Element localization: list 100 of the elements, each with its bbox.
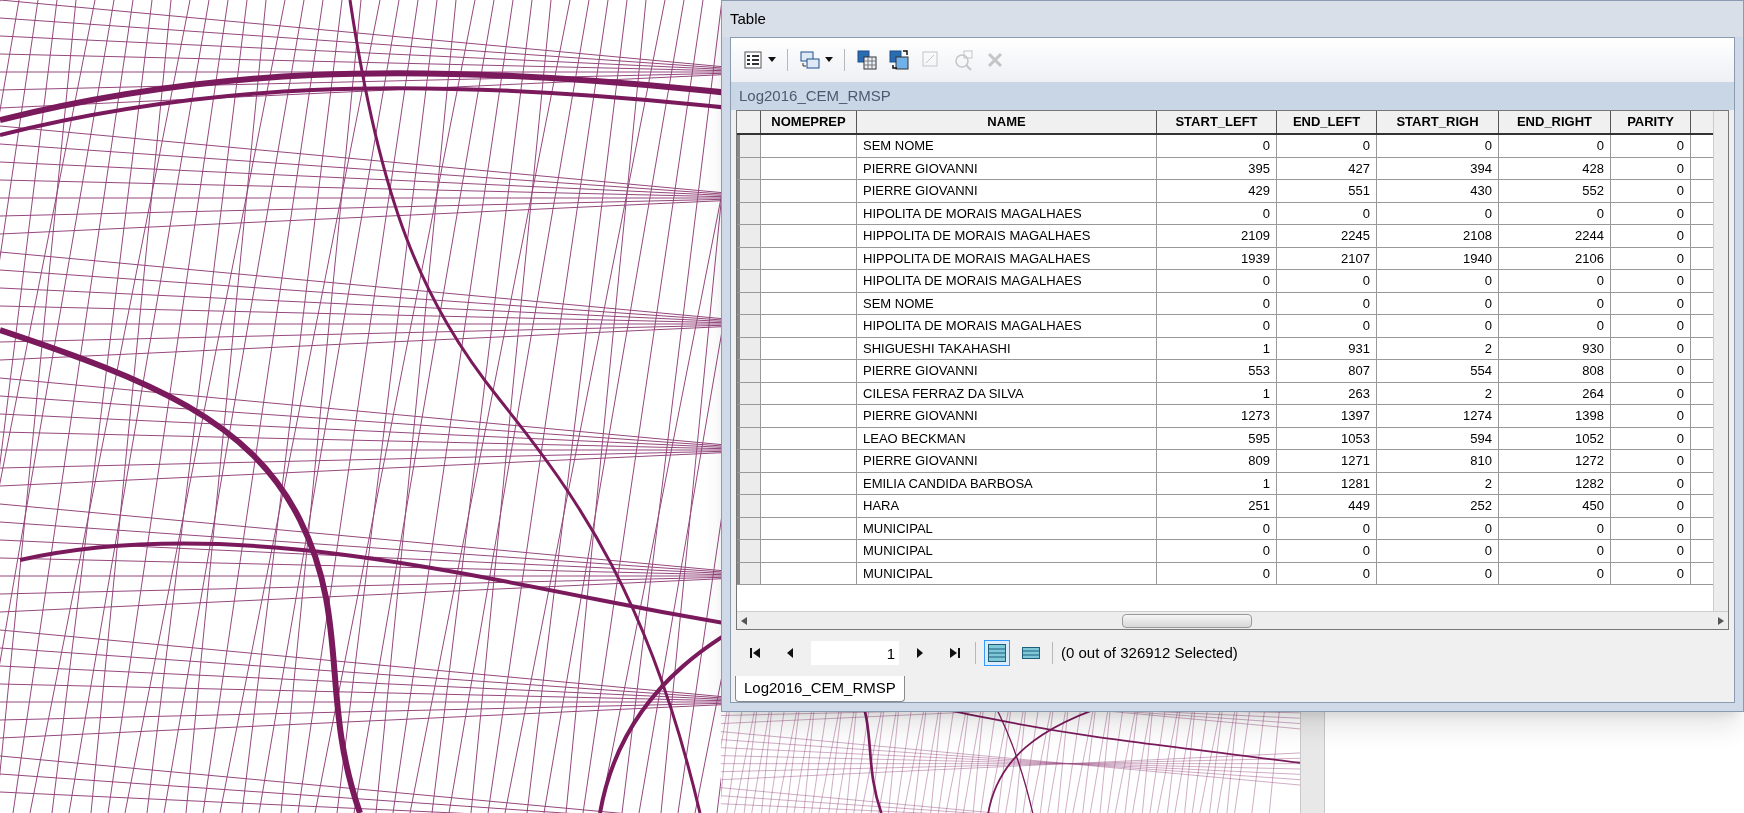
table-cell: 0 <box>1277 292 1377 314</box>
row-selector[interactable] <box>737 562 761 584</box>
table-cell: 0 <box>1157 135 1277 157</box>
row-selector[interactable] <box>737 247 761 269</box>
table-cell: 0 <box>1499 315 1611 337</box>
scroll-right-icon[interactable] <box>1718 616 1724 625</box>
column-header[interactable]: START_LEFT <box>1157 111 1277 133</box>
table-cell: 0 <box>1277 540 1377 562</box>
row-selector[interactable] <box>737 225 761 247</box>
column-header[interactable]: NOMEPREP <box>761 111 857 133</box>
table-cell: 0 <box>1377 540 1499 562</box>
horizontal-scrollbar[interactable] <box>737 611 1728 629</box>
table-cell: 0 <box>1611 157 1691 179</box>
table-cell: 1272 <box>1499 450 1611 472</box>
table-cell: 554 <box>1377 360 1499 382</box>
table-cell: 807 <box>1277 360 1377 382</box>
row-selector[interactable] <box>737 315 761 337</box>
table-cell: 0 <box>1611 247 1691 269</box>
row-selector[interactable] <box>737 517 761 539</box>
row-selector[interactable] <box>737 495 761 517</box>
table-cell: 551 <box>1277 180 1377 202</box>
column-header[interactable]: END_LEFT <box>1277 111 1377 133</box>
table-cell: 429 <box>1157 180 1277 202</box>
row-selector[interactable] <box>737 450 761 472</box>
table-tab[interactable]: Log2016_CEM_RMSP <box>735 676 905 702</box>
table-cell: 1052 <box>1499 427 1611 449</box>
table-cell: 0 <box>1277 270 1377 292</box>
table-cell: 0 <box>1611 292 1691 314</box>
row-selector[interactable] <box>737 360 761 382</box>
column-header[interactable]: END_RIGHT <box>1499 111 1611 133</box>
table-cell: 0 <box>1157 540 1277 562</box>
row-selector[interactable] <box>737 382 761 404</box>
window-title: Table <box>730 8 766 29</box>
table-cell: 1281 <box>1277 472 1377 494</box>
row-selector[interactable] <box>737 202 761 224</box>
table-cell: 2107 <box>1277 247 1377 269</box>
table-cell: HIPOLITA DE MORAIS MAGALHAES <box>857 315 1157 337</box>
row-selector[interactable] <box>737 157 761 179</box>
table-cell: 0 <box>1499 540 1611 562</box>
table-cell: 931 <box>1277 337 1377 359</box>
table-cell: 930 <box>1499 337 1611 359</box>
column-header[interactable]: PARITY <box>1611 111 1691 133</box>
table-cell: 0 <box>1611 360 1691 382</box>
table-cell: 1 <box>1157 382 1277 404</box>
table-cell: 0 <box>1611 562 1691 584</box>
scroll-left-icon[interactable] <box>741 616 747 625</box>
table-cell: 810 <box>1377 450 1499 472</box>
table-cell: 2 <box>1377 472 1499 494</box>
table-cell: MUNICIPAL <box>857 562 1157 584</box>
table-cell: 0 <box>1277 562 1377 584</box>
table-cell: 595 <box>1157 427 1277 449</box>
table-cell: 1274 <box>1377 405 1499 427</box>
table-cell: 1271 <box>1277 450 1377 472</box>
row-selector[interactable] <box>737 405 761 427</box>
table-cell: PIERRE GIOVANNI <box>857 450 1157 472</box>
scrollbar-thumb[interactable] <box>1122 613 1252 628</box>
table-cell: PIERRE GIOVANNI <box>857 405 1157 427</box>
row-selector[interactable] <box>737 135 761 157</box>
zoom-selected-icon <box>952 49 974 71</box>
table-cell: 2108 <box>1377 225 1499 247</box>
table-name: Log2016_CEM_RMSP <box>739 85 891 106</box>
row-selector[interactable] <box>737 337 761 359</box>
column-header[interactable]: NAME <box>857 111 1157 133</box>
row-selector[interactable] <box>737 270 761 292</box>
table-cell: HIPOLITA DE MORAIS MAGALHAES <box>857 270 1157 292</box>
table-cell: 251 <box>1157 495 1277 517</box>
table-cell: 0 <box>1611 517 1691 539</box>
table-cell: 0 <box>1499 562 1611 584</box>
table-cell: 0 <box>1277 202 1377 224</box>
table-cell: 594 <box>1377 427 1499 449</box>
table-cell: 0 <box>1277 135 1377 157</box>
vertical-scrollbar[interactable] <box>1713 111 1728 611</box>
table-cell: 0 <box>1611 135 1691 157</box>
row-selector[interactable] <box>737 180 761 202</box>
table-cell: 1 <box>1157 337 1277 359</box>
related-tables-icon <box>799 49 821 71</box>
selection-status: (0 out of 326912 Selected) <box>1061 642 1238 663</box>
table-cell: PIERRE GIOVANNI <box>857 360 1157 382</box>
row-selector[interactable] <box>737 540 761 562</box>
switch-selection-icon <box>888 49 910 71</box>
table-cell: 428 <box>1499 157 1611 179</box>
row-selector[interactable] <box>737 427 761 449</box>
table-cell: 1282 <box>1499 472 1611 494</box>
table-cell: 0 <box>1377 517 1499 539</box>
table-cell: 0 <box>1157 292 1277 314</box>
table-cell: 0 <box>1499 270 1611 292</box>
table-cell: 0 <box>1611 472 1691 494</box>
table-cell: 553 <box>1157 360 1277 382</box>
table-cell: 808 <box>1499 360 1611 382</box>
table-cell: 0 <box>1157 517 1277 539</box>
record-number-field[interactable]: 1 <box>811 641 899 665</box>
table-cell: SHIGUESHI TAKAHASHI <box>857 337 1157 359</box>
column-header[interactable]: START_RIGH <box>1377 111 1499 133</box>
table-cell: 0 <box>1611 180 1691 202</box>
show-all-records-button[interactable] <box>984 640 1010 666</box>
select-by-attributes-icon <box>856 49 878 71</box>
row-selector[interactable] <box>737 292 761 314</box>
table-cell: SEM NOME <box>857 135 1157 157</box>
row-selector[interactable] <box>737 472 761 494</box>
table-cell: 394 <box>1377 157 1499 179</box>
